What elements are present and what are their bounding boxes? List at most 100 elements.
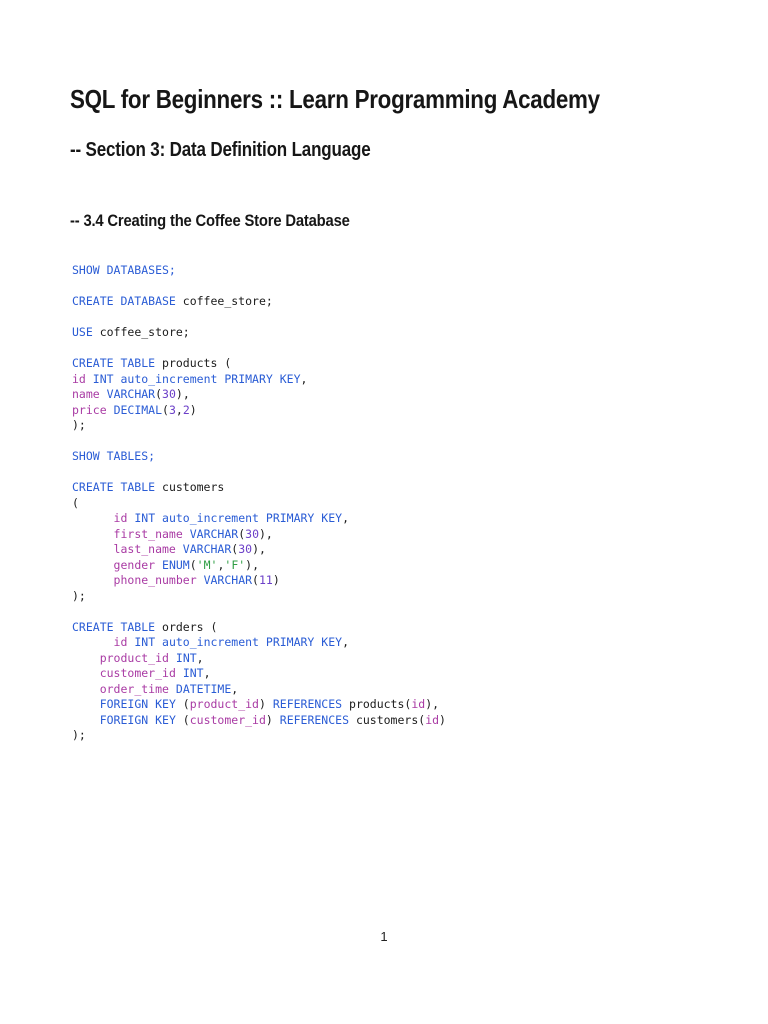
- code-token: ),: [425, 697, 440, 711]
- code-token: ,: [196, 650, 204, 665]
- code-token: INT auto_increment PRIMARY KEY: [134, 635, 343, 649]
- code-token: );: [72, 728, 86, 742]
- code-token: id: [72, 371, 86, 386]
- code-token: ),: [259, 526, 273, 541]
- code-token: products (: [155, 356, 232, 370]
- code-token: (: [162, 402, 169, 417]
- code-token: );: [72, 588, 86, 603]
- code-token: SHOW TABLES;: [72, 449, 156, 463]
- code-token: ,: [342, 511, 349, 525]
- code-token: gender: [113, 557, 156, 572]
- code-token: INT: [175, 650, 197, 665]
- code-token: VARCHAR: [106, 387, 156, 401]
- code-token: ),: [245, 557, 260, 572]
- code-token: (: [175, 712, 190, 727]
- code-token: (: [155, 387, 163, 401]
- code-token: 30: [162, 387, 176, 401]
- code-token: id: [113, 635, 128, 649]
- code-token: INT auto_increment PRIMARY KEY: [134, 511, 343, 525]
- code-token: ): [258, 697, 273, 711]
- page-number: 1: [380, 929, 388, 944]
- code-token: ,: [342, 635, 349, 649]
- code-token: INT: [182, 666, 204, 680]
- code-token: product_id: [99, 650, 169, 665]
- code-token: ,: [203, 666, 211, 680]
- code-token: 2: [182, 402, 190, 417]
- code-token: (: [72, 495, 79, 510]
- section-heading: -- Section 3: Data Definition Language: [70, 139, 371, 161]
- code-token: REFERENCES: [272, 697, 343, 711]
- code-token: ,: [175, 402, 183, 417]
- code-token: ): [439, 712, 446, 727]
- code-token: ,: [231, 681, 239, 696]
- code-token: name: [72, 387, 100, 401]
- code-token: DATETIME: [175, 681, 232, 696]
- code-token: );: [72, 418, 86, 432]
- code-token: customer_id: [99, 666, 176, 680]
- code-token: ),: [175, 387, 190, 401]
- code-token: 'F': [224, 557, 246, 572]
- subsection-heading: -- 3.4 Creating the Coffee Store Databas…: [70, 211, 350, 230]
- code-token: FOREIGN KEY: [99, 697, 176, 711]
- code-token: CREATE TABLE: [72, 619, 156, 634]
- sql-code-block: SHOW DATABASES; CREATE DATABASE coffee_s…: [72, 263, 446, 744]
- code-token: VARCHAR: [189, 526, 239, 541]
- code-token: customers: [155, 480, 225, 494]
- code-token: USE: [72, 325, 93, 339]
- code-token: VARCHAR: [203, 573, 253, 587]
- code-token: ,: [300, 371, 308, 386]
- code-token: 'M': [196, 557, 218, 572]
- code-token: id: [113, 511, 128, 525]
- code-token: FOREIGN KEY: [99, 712, 176, 727]
- document-title: SQL for Beginners :: Learn Programming A…: [70, 84, 600, 114]
- document-page: SQL for Beginners :: Learn Programming A…: [0, 0, 768, 1024]
- code-token: products(: [342, 697, 412, 711]
- code-token: 3: [168, 402, 176, 417]
- code-token: 30: [245, 526, 259, 541]
- code-token: (: [189, 557, 197, 572]
- code-token: coffee_store;: [175, 294, 273, 308]
- code-token: ): [272, 573, 280, 587]
- code-token: order_time: [99, 681, 169, 696]
- code-token: SHOW DATABASES;: [72, 263, 176, 277]
- code-token: 11: [258, 573, 273, 587]
- code-token: phone_number: [113, 573, 197, 587]
- code-token: (: [252, 573, 259, 587]
- code-token: id: [425, 712, 440, 727]
- code-token: ): [189, 402, 197, 417]
- code-token: DECIMAL: [113, 402, 163, 417]
- code-token: CREATE TABLE: [72, 356, 156, 370]
- code-token: ): [265, 712, 280, 727]
- code-token: price: [72, 402, 107, 417]
- code-token: first_name: [113, 526, 183, 541]
- code-token: coffee_store;: [92, 325, 190, 339]
- code-token: id: [411, 697, 426, 711]
- code-token: CREATE DATABASE: [72, 294, 176, 308]
- code-token: INT auto_increment PRIMARY KEY: [92, 371, 301, 386]
- code-token: CREATE TABLE: [72, 480, 156, 494]
- code-token: customer_id: [189, 712, 266, 727]
- code-token: ENUM: [162, 557, 190, 572]
- code-token: product_id: [189, 697, 259, 711]
- code-token: VARCHAR: [182, 542, 232, 556]
